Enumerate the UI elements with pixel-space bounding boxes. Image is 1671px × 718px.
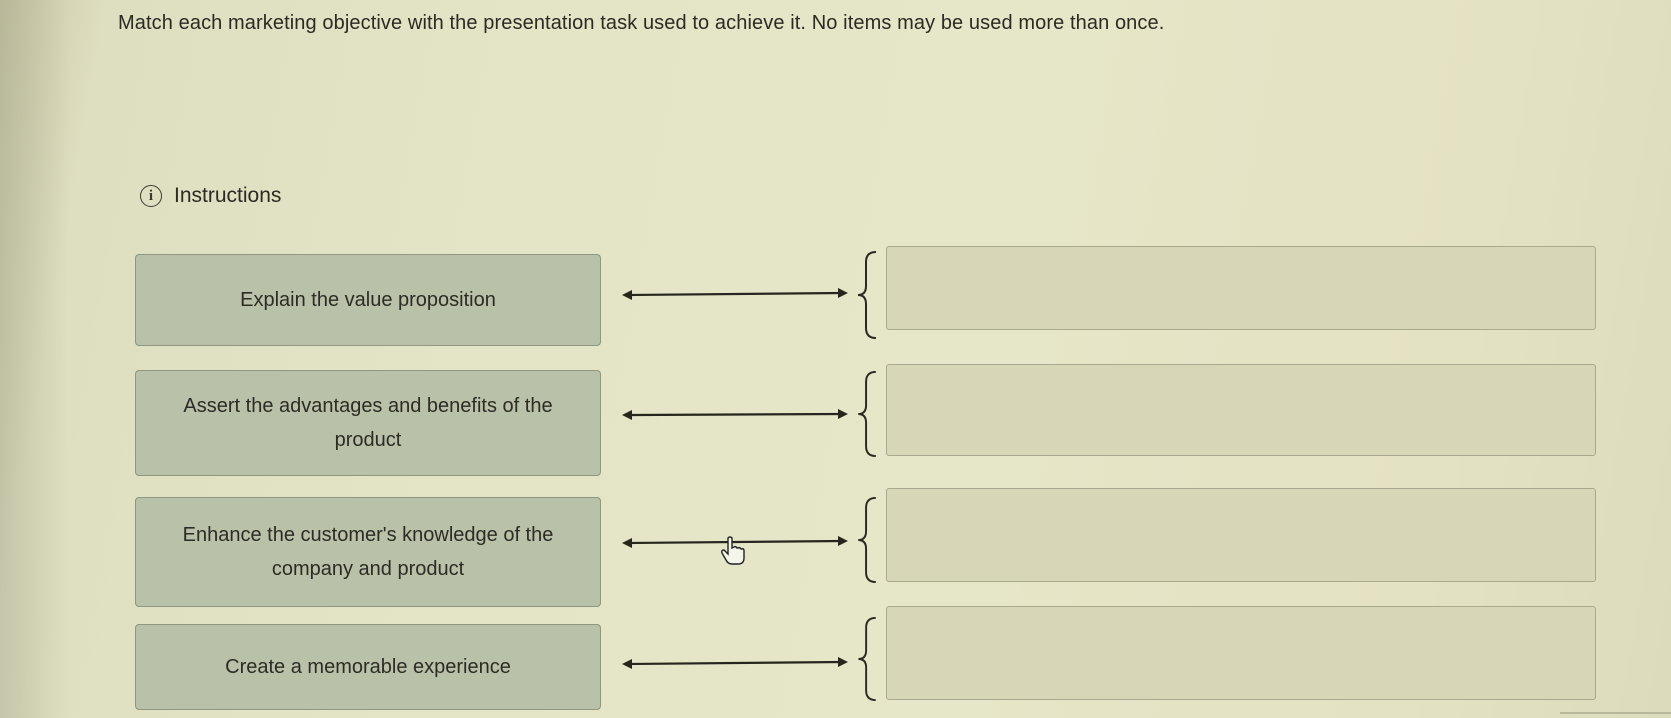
- info-circle-icon: i: [140, 185, 162, 207]
- page-shadow: [0, 0, 70, 718]
- left-brace-icon: [858, 370, 876, 458]
- instructions-label: Instructions: [174, 184, 282, 207]
- instructions-toggle[interactable]: i Instructions: [140, 184, 281, 208]
- draggable-item-4[interactable]: Create a memorable experience: [135, 624, 601, 710]
- draggable-item-1[interactable]: Explain the value proposition: [135, 254, 601, 346]
- draggable-item-2[interactable]: Assert the advantages and benefits of th…: [135, 370, 601, 476]
- question-prompt: Match each marketing objective with the …: [118, 12, 1165, 34]
- left-brace-icon: [857, 251, 877, 339]
- double-arrow-icon: [622, 657, 848, 669]
- drop-target-2[interactable]: [886, 364, 1596, 456]
- divider: [1560, 712, 1671, 714]
- drop-target-1[interactable]: [886, 246, 1596, 330]
- drop-target-4[interactable]: [886, 606, 1596, 700]
- left-brace-icon: [858, 616, 876, 702]
- draggable-item-3[interactable]: Enhance the customer's knowledge of the …: [135, 497, 601, 607]
- double-arrow-icon: [622, 409, 848, 420]
- left-brace-icon: [858, 496, 876, 584]
- hand-pointer-icon: [721, 536, 745, 565]
- drop-target-3[interactable]: [886, 488, 1596, 582]
- double-arrow-icon: [622, 288, 848, 300]
